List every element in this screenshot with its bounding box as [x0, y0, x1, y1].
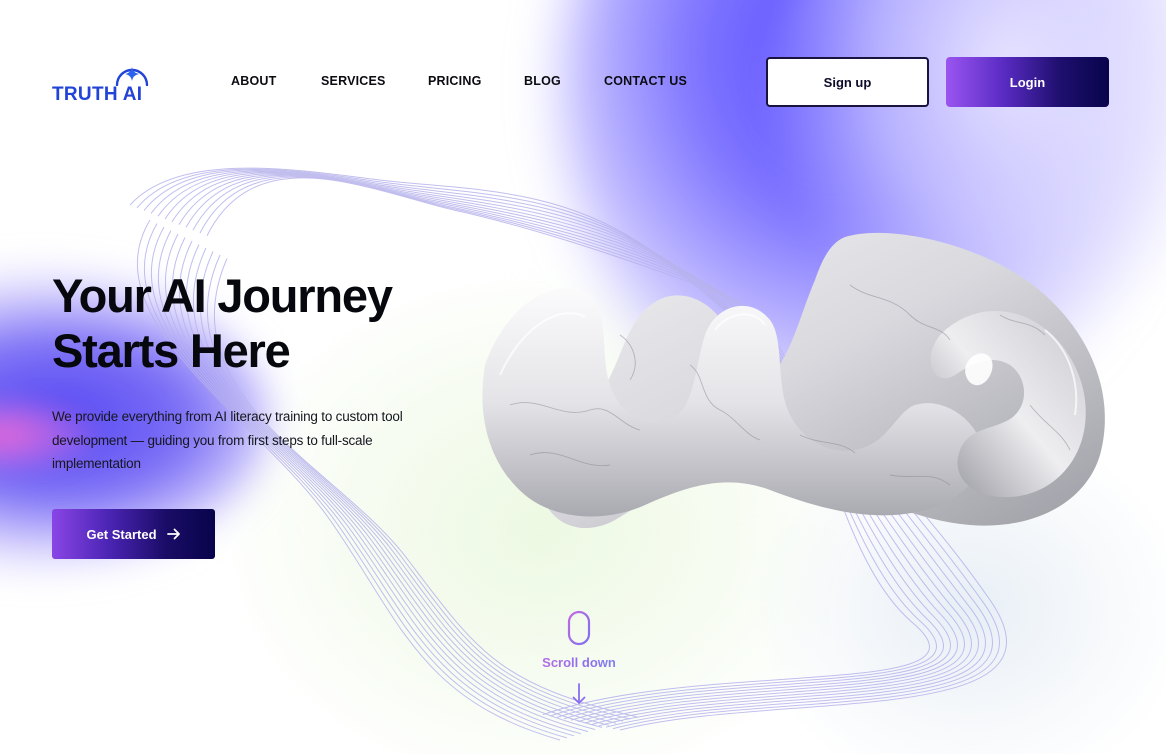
nav-blog[interactable]: BLOG	[524, 74, 561, 88]
hero-title: Your AI Journey Starts Here	[52, 268, 472, 378]
login-button[interactable]: Login	[946, 57, 1109, 107]
hero-title-line-2: Starts Here	[52, 324, 291, 377]
marble-sculpture-image	[482, 232, 1105, 529]
get-started-label: Get Started	[86, 526, 157, 542]
scroll-down-label: Scroll down	[529, 655, 629, 670]
hero-title-line-1: Your AI Journey	[52, 269, 393, 322]
mouse-icon	[567, 610, 591, 646]
sparkle-circle-icon	[115, 67, 149, 86]
arrow-right-icon	[166, 528, 180, 540]
arrow-down-icon	[572, 683, 586, 704]
nav-pricing[interactable]: PRICING	[428, 74, 482, 88]
get-started-button[interactable]: Get Started	[52, 509, 215, 559]
sign-up-button[interactable]: Sign up	[766, 57, 929, 107]
nav-services[interactable]: SERVICES	[321, 74, 386, 88]
nav-contact-us[interactable]: CONTACT US	[604, 74, 687, 88]
logo-text: TRUTH AI	[52, 84, 143, 105]
scroll-down-indicator[interactable]: Scroll down	[529, 610, 629, 710]
hero-subtitle: We provide everything from AI literacy t…	[52, 409, 403, 471]
logo[interactable]: TRUTH AI	[52, 62, 162, 108]
site-header: TRUTH AI ABOUT SERVICES PRICING BLOG CON…	[0, 0, 1166, 165]
nav-about[interactable]: ABOUT	[231, 74, 276, 88]
